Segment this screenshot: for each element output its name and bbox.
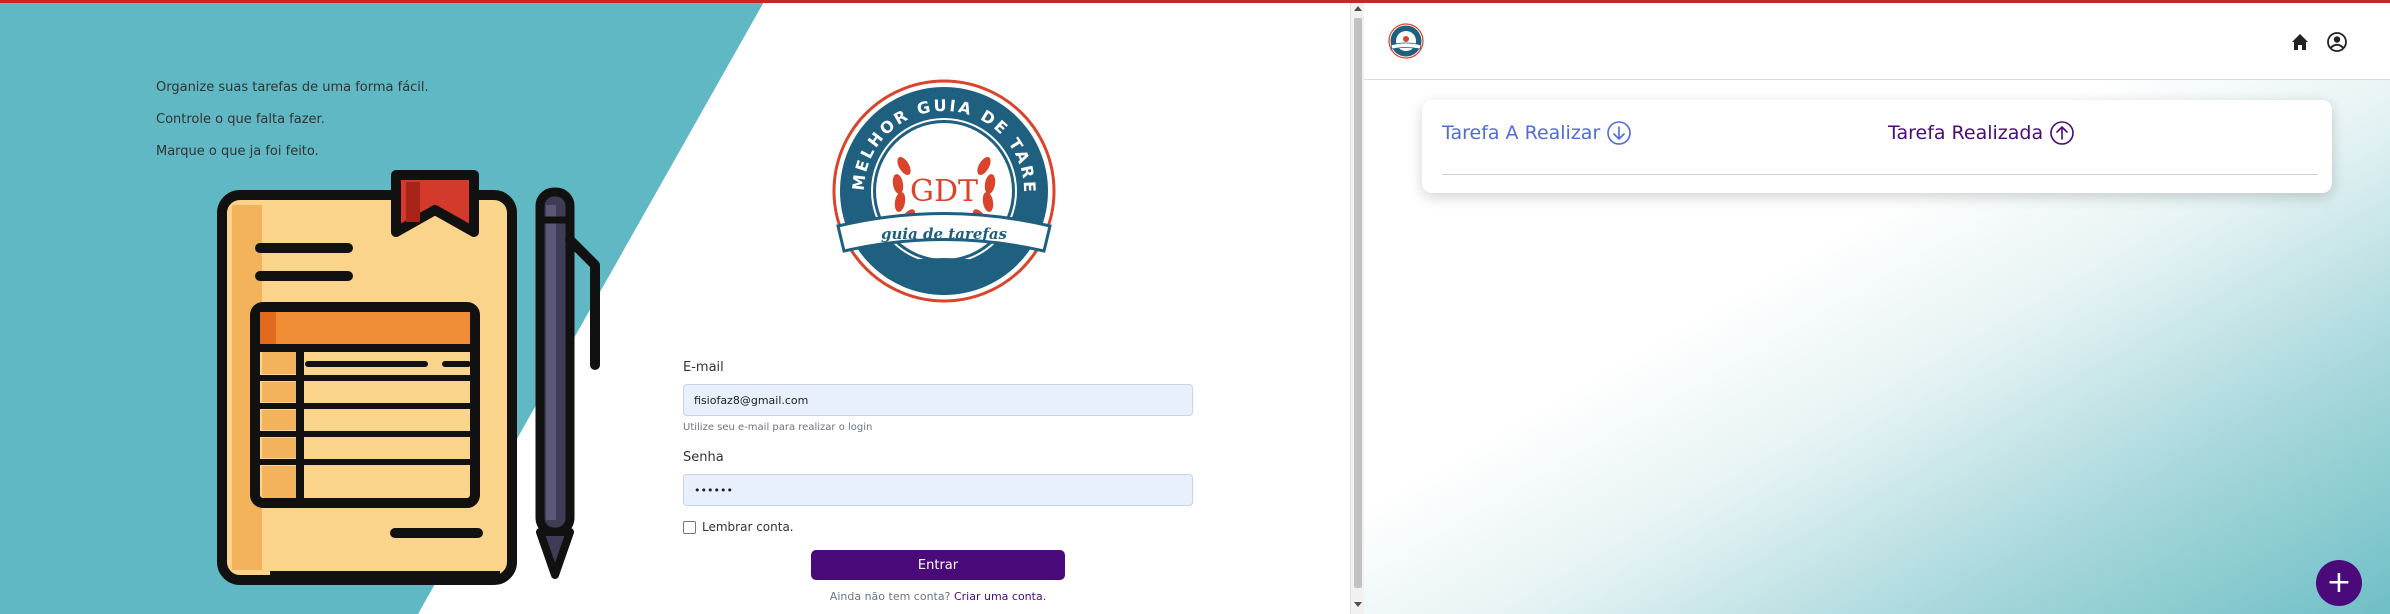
logo-banner-text: guia de tarefas <box>881 225 1008 243</box>
user-circle-icon[interactable] <box>2326 31 2348 53</box>
password-input-value: •••••• <box>694 483 733 497</box>
tab-completed-label: Tarefa Realizada <box>1888 122 2044 144</box>
arrow-up-circle-icon <box>2050 121 2074 145</box>
tab-pending-tasks[interactable]: Tarefa A Realizar <box>1442 120 1632 146</box>
card-divider <box>1442 174 2318 175</box>
email-hint: Utilize seu e-mail para realizar o login <box>683 422 873 433</box>
scroll-down-arrow[interactable] <box>1354 602 1362 607</box>
top-navbar <box>1364 3 2390 80</box>
login-panel: Organize suas tarefas de uma forma fácil… <box>0 0 1350 614</box>
tagline-control: Controle o que falta fazer. <box>156 112 325 127</box>
remember-row: Lembrar conta. <box>683 520 794 534</box>
tasks-panel: Tarefa A Realizar Tarefa Realizada + <box>1364 0 2390 614</box>
clipboard-pen-illustration <box>217 170 600 585</box>
logo-monogram: GDT <box>910 174 978 209</box>
home-icon[interactable] <box>2289 31 2311 53</box>
signup-link[interactable]: Criar uma conta. <box>954 590 1046 603</box>
submit-button[interactable]: Entrar <box>811 550 1065 580</box>
arrow-down-circle-icon <box>1607 121 1632 145</box>
password-input[interactable]: •••••• <box>683 474 1193 506</box>
tagline-mark-done: Marque o que ja foi feito. <box>156 144 319 159</box>
email-input[interactable]: fisiofaz8@gmail.com <box>683 384 1193 416</box>
tab-completed-tasks[interactable]: Tarefa Realizada <box>1888 120 2075 146</box>
tagline-organize: Organize suas tarefas de uma forma fácil… <box>156 80 429 95</box>
top-accent-line <box>0 0 2390 3</box>
password-label: Senha <box>683 450 724 465</box>
nav-logo[interactable] <box>1388 23 1424 59</box>
email-input-value: fisiofaz8@gmail.com <box>694 393 809 407</box>
scroll-thumb[interactable] <box>1354 18 1362 588</box>
signup-prompt-row: Ainda não tem conta? Criar uma conta. <box>683 590 1193 603</box>
tab-pending-label: Tarefa A Realizar <box>1442 122 1601 144</box>
scrollbar[interactable] <box>1350 0 1364 614</box>
gdt-logo: MELHOR GUIA DE TAREFA ON-LINE GDT guia d… <box>826 76 1056 303</box>
tasks-card: Tarefa A Realizar Tarefa Realizada <box>1422 100 2332 193</box>
remember-label: Lembrar conta. <box>702 520 794 534</box>
scroll-up-arrow[interactable] <box>1354 6 1362 11</box>
remember-checkbox[interactable] <box>683 520 696 534</box>
add-task-button[interactable]: + <box>2316 560 2362 606</box>
signup-prompt: Ainda não tem conta? <box>829 590 951 603</box>
email-label: E-mail <box>683 360 724 375</box>
